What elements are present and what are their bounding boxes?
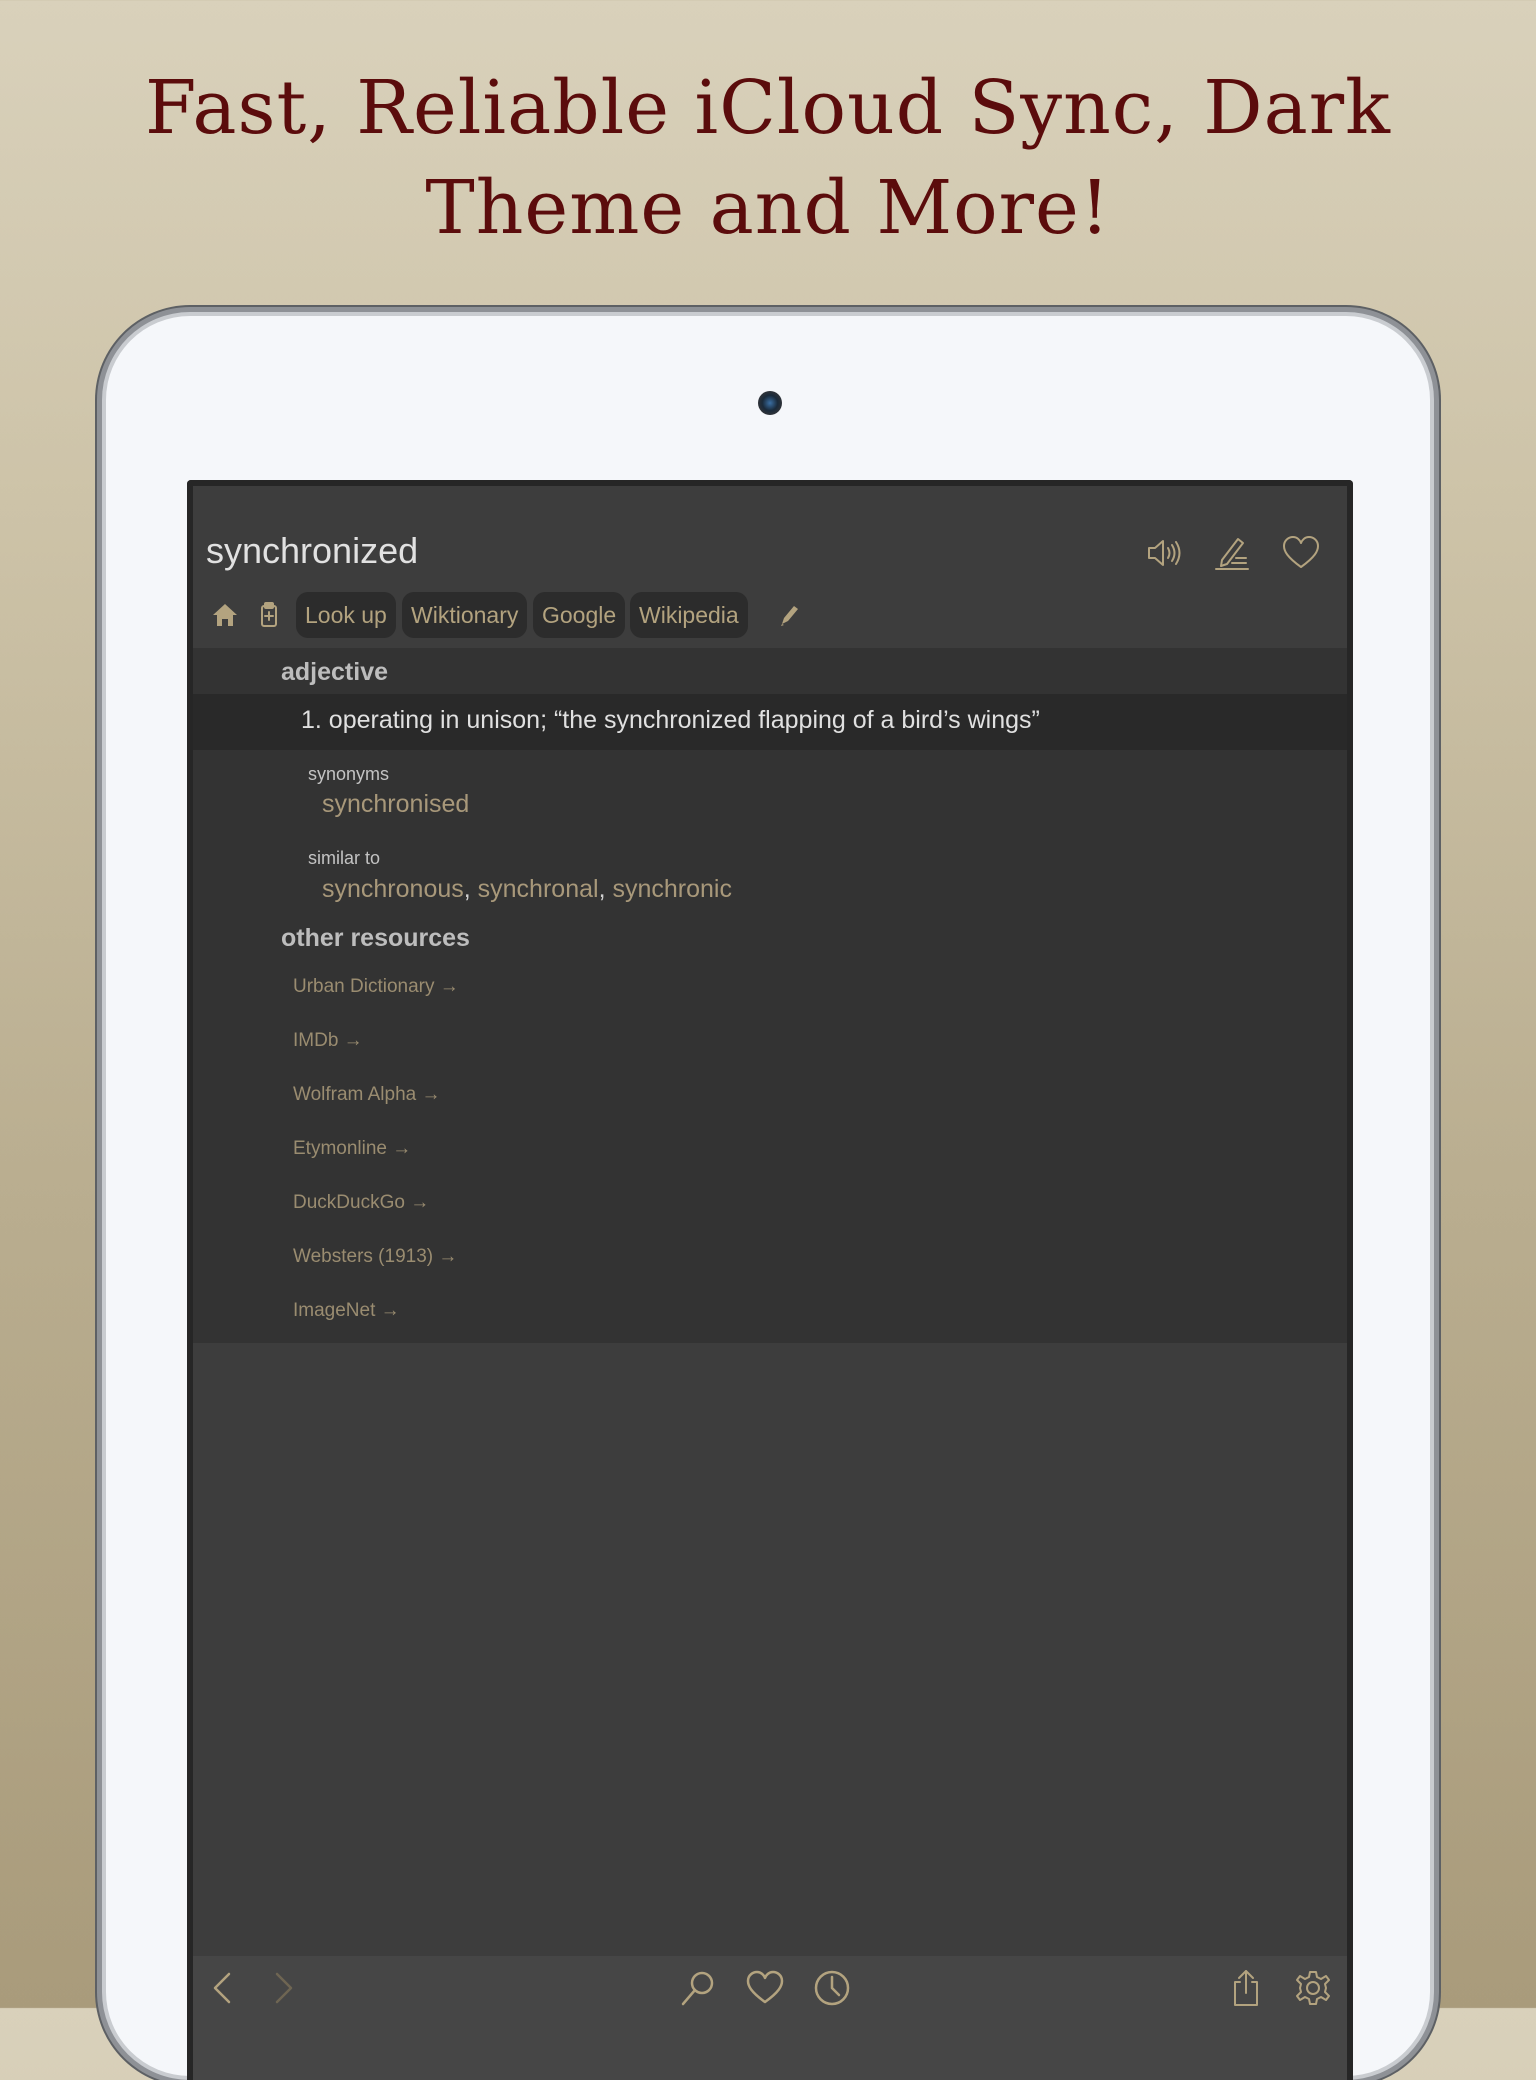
resource-link-imagenet[interactable]: ImageNet → [293, 1300, 400, 1322]
search-icon[interactable] [678, 1968, 718, 2008]
synonyms-list: synchronised [322, 790, 469, 819]
edit-note-icon[interactable] [1212, 533, 1252, 573]
other-resources-heading: other resources [281, 924, 470, 952]
back-icon[interactable] [203, 1968, 243, 2008]
lookup-toolbar: Look up Wiktionary Google Wikipedia [193, 590, 1347, 640]
history-icon[interactable] [812, 1968, 852, 2008]
similar-list: synchronous, synchronal, synchronic [322, 875, 732, 903]
headline: Fast, Reliable iCloud Sync, Dark Theme a… [0, 58, 1536, 258]
lookup-button[interactable]: Look up [296, 592, 396, 638]
home-icon[interactable] [210, 600, 240, 630]
app-screen: synchronized Look up Wiktionary Google W… [187, 480, 1353, 2080]
pencil-icon[interactable] [774, 600, 804, 630]
resource-link-imdb[interactable]: IMDb → [293, 1030, 363, 1052]
similar-label: similar to [308, 848, 381, 868]
headline-line-2: Theme and More! [425, 165, 1111, 251]
settings-icon[interactable] [1293, 1968, 1333, 2008]
speaker-icon[interactable] [1144, 533, 1184, 573]
entry-header: synchronized [193, 486, 1347, 586]
similar-link[interactable]: synchronous [322, 875, 464, 903]
wikipedia-button[interactable]: Wikipedia [630, 592, 748, 638]
google-button[interactable]: Google [533, 592, 626, 638]
resource-link-websters[interactable]: Websters (1913) → [293, 1246, 457, 1268]
forward-icon[interactable] [263, 1968, 303, 2008]
bottom-toolbar [193, 1956, 1347, 2080]
resource-link-wolfram-alpha[interactable]: Wolfram Alpha → [293, 1084, 440, 1106]
part-of-speech: adjective [281, 658, 389, 686]
similar-link[interactable]: synchronic [612, 875, 732, 903]
synonym-link[interactable]: synchronised [322, 790, 469, 818]
heart-icon[interactable] [1281, 533, 1321, 573]
resource-link-duckduckgo[interactable]: DuckDuckGo → [293, 1192, 429, 1214]
sense-text: 1. operating in unison; “the synchronize… [301, 706, 1040, 734]
clipboard-add-icon[interactable] [254, 600, 284, 630]
synonyms-label: synonyms [308, 764, 390, 784]
resource-link-urban-dictionary[interactable]: Urban Dictionary → [293, 976, 459, 998]
similar-link[interactable]: synchronal [478, 875, 599, 903]
entry-word: synchronized [206, 530, 419, 571]
favorites-icon[interactable] [745, 1968, 785, 2008]
resource-link-etymonline[interactable]: Etymonline → [293, 1138, 411, 1160]
sense-row[interactable]: 1. operating in unison; “the synchronize… [193, 694, 1347, 750]
share-icon[interactable] [1226, 1968, 1266, 2008]
wiktionary-button[interactable]: Wiktionary [402, 592, 528, 638]
headline-line-1: Fast, Reliable iCloud Sync, Dark [145, 65, 1391, 151]
front-camera [758, 391, 782, 415]
definition-panel: adjective 1. operating in unison; “the s… [193, 648, 1347, 1343]
